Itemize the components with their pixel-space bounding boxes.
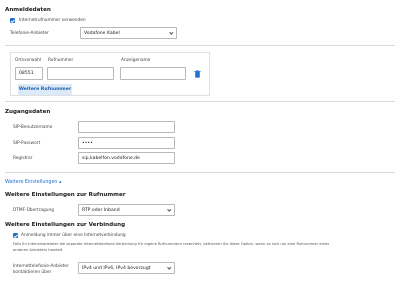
- divider: [5, 101, 395, 102]
- add-rufnummer-button[interactable]: Weitere Rufnummer: [18, 84, 72, 95]
- registrar-label: Registrar: [13, 156, 33, 161]
- anmeldung-internet-checkbox[interactable]: [13, 233, 18, 238]
- use-internet-number-checkbox[interactable]: [10, 18, 15, 23]
- sip-pass-label: SIP-Passwort: [13, 141, 41, 146]
- info-text: Falls Ihr Internetanbieter die separate …: [13, 242, 329, 254]
- registrar-value: sip.kabelfon.vodafone.de: [82, 155, 140, 161]
- dtmf-select[interactable]: RTP oder Inband: [78, 204, 175, 216]
- ortsvorwahl-value: 08551: [19, 71, 34, 76]
- anbieter-label-line: kontaktieren über: [13, 270, 52, 275]
- trash-icon[interactable]: [194, 70, 201, 78]
- col-ortsvorwahl: Ortsvorwahl: [15, 58, 42, 63]
- section-title-anmeldedaten: Anmeldedaten: [5, 7, 51, 13]
- use-internet-number-label: Internetrufnummer verwenden: [19, 18, 86, 23]
- dtmf-label: DTMF-Übertragung: [13, 208, 54, 213]
- rufnummer-input[interactable]: [47, 67, 114, 80]
- info-text-line: anderen Anbieters handelt.: [13, 247, 64, 252]
- anzeigename-input[interactable]: [120, 67, 186, 80]
- anbieter-select-value: IPv4 und IPv6, IPv4 bevorzugt: [82, 265, 151, 271]
- dtmf-select-value: RTP oder Inband: [82, 207, 120, 213]
- sip-user-label: SIP-Benutzername: [13, 125, 53, 130]
- section-title-zugangsdaten: Zugangsdaten: [5, 109, 51, 115]
- divider: [5, 45, 395, 46]
- provider-label: Telefonie-Anbieter: [10, 31, 49, 36]
- chevron-down-icon: [167, 265, 172, 270]
- registrar-input[interactable]: sip.kabelfon.vodafone.de: [78, 152, 175, 164]
- section-title-weitere-rufnummer: Weitere Einstellungen zur Rufnummer: [5, 192, 126, 198]
- info-text-line: Falls Ihr Internetanbieter die separate …: [13, 242, 330, 246]
- sip-user-input[interactable]: [78, 121, 175, 133]
- provider-select[interactable]: Vodafone Kabel: [80, 27, 177, 39]
- ortsvorwahl-input[interactable]: 08551: [15, 67, 43, 80]
- anmeldung-internet-label: Anmeldung immer über eine Internetverbin…: [21, 233, 126, 238]
- provider-select-value: Vodafone Kabel: [84, 30, 120, 36]
- col-rufnummer: Rufnummer: [48, 58, 74, 63]
- anbieter-select[interactable]: IPv4 und IPv6, IPv4 bevorzugt: [78, 262, 175, 274]
- chevron-down-icon: [167, 207, 172, 212]
- col-anzeigename: Anzeigename: [121, 58, 151, 63]
- sip-pass-value: ••••: [82, 140, 93, 146]
- anbieter-label: Internettelefonie-Anbieter kontaktieren …: [13, 264, 69, 276]
- sip-pass-input[interactable]: ••••: [78, 137, 175, 149]
- divider: [5, 172, 395, 173]
- section-title-weitere-verbindung: Weitere Einstellungen zur Verbindung: [5, 222, 126, 228]
- chevron-down-icon: [169, 30, 174, 35]
- weitere-einstellungen-toggle[interactable]: Weitere Einstellungen ▴: [5, 180, 61, 185]
